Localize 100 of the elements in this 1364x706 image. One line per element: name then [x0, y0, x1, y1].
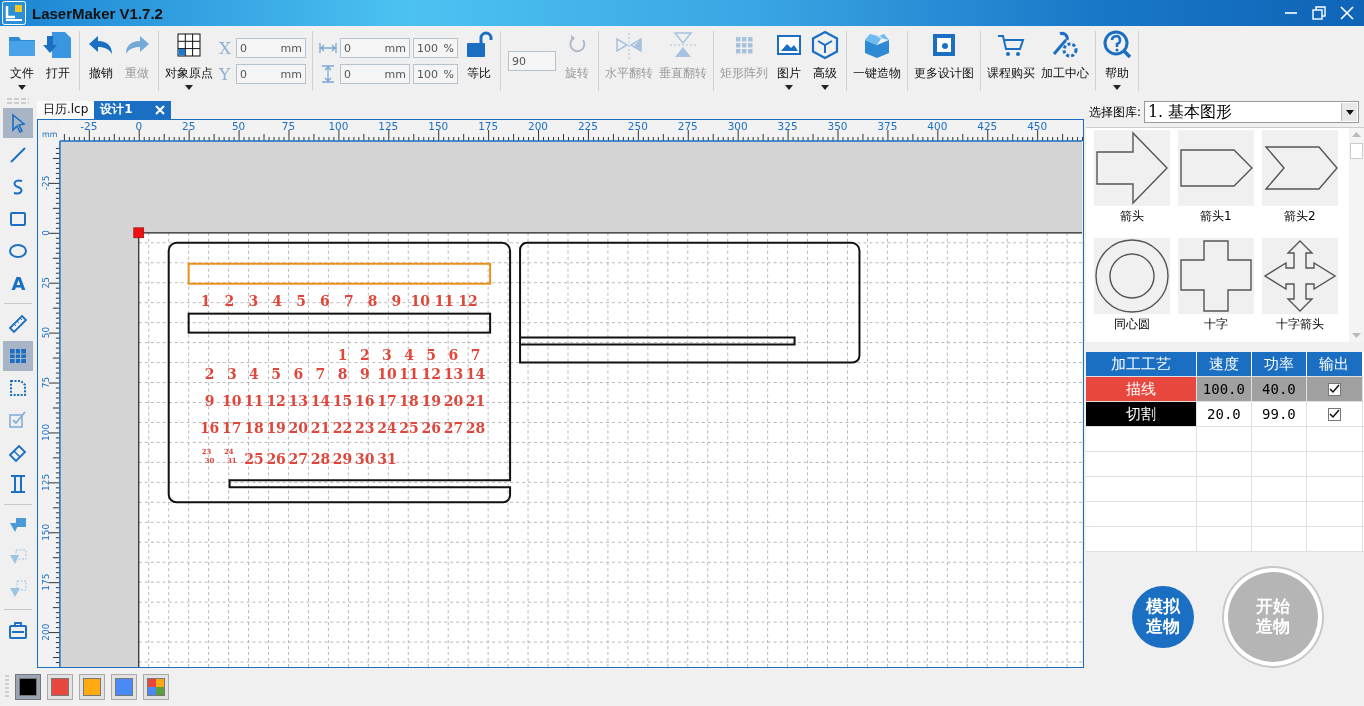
process-row[interactable]: 描线 100.0 40.0 [1085, 377, 1364, 402]
window-title: LaserMaker V1.7.2 [32, 4, 163, 22]
calendar-number: 10 [410, 292, 430, 309]
ruler-label: 175 [40, 573, 51, 591]
close-icon[interactable] [1340, 6, 1354, 20]
toolbar-button[interactable]: 撤销 [83, 28, 119, 94]
toolbar-button[interactable]: 课程购买 [984, 28, 1038, 94]
color-swatch[interactable] [111, 674, 137, 700]
ellipse-icon [8, 241, 29, 261]
simulate-button[interactable]: 模拟造物 [1131, 586, 1194, 648]
toolbar-button[interactable]: 等比 [461, 28, 497, 94]
percent-field[interactable]: 100 % [413, 38, 458, 58]
position-field[interactable]: 0 mm [236, 64, 306, 84]
column-header: 加工工艺 [1085, 352, 1197, 376]
design-page[interactable] [138, 232, 1082, 667]
calendar-number: 18 [399, 393, 419, 410]
percent-field[interactable]: 100 % [413, 64, 458, 84]
ruler-label: 50 [231, 119, 246, 132]
calendar-number: 7 [315, 365, 326, 382]
angle-field[interactable]: 90 [508, 51, 556, 71]
calendar-number: 4 [272, 292, 282, 309]
ruler-label: 100 [328, 119, 349, 132]
column-header: 功率 [1251, 352, 1307, 376]
power-cell: 40.0 [1251, 377, 1307, 401]
calendar-number: 7 [343, 292, 354, 309]
toolbar-button[interactable]: 更多设计图 [911, 28, 977, 94]
calendar-number: 31 [377, 451, 397, 468]
calendar-number: 17 [221, 420, 242, 437]
document-tab[interactable]: 设计1 [94, 101, 171, 119]
toolbar-button[interactable]: 对象原点 [162, 28, 216, 94]
close-icon[interactable] [154, 105, 165, 115]
grip-icon[interactable] [7, 98, 30, 104]
calendar-number: 28 [465, 420, 486, 437]
size-field[interactable]: 0 mm [340, 38, 410, 58]
ruler-label: 75 [281, 119, 296, 132]
calendar-number: 6 [448, 346, 459, 363]
calendar-number: 2 [224, 292, 235, 309]
document-tab[interactable]: 日历.lcp [36, 101, 95, 119]
calendar-number: 13 [443, 365, 463, 382]
color-swatch[interactable] [143, 674, 169, 700]
ruler-label: 0 [135, 119, 142, 132]
calendar-number: 1 [200, 292, 211, 309]
toolbar-button[interactable]: 帮助 [1099, 28, 1135, 94]
axis-label: Y [219, 64, 232, 84]
color-swatch[interactable] [79, 674, 105, 700]
toolbar-button[interactable]: 图片 [771, 28, 807, 94]
grid-icon [174, 30, 204, 60]
ruler-label: 150 [428, 119, 449, 132]
ruler-icon [8, 314, 29, 334]
ruler-label: -25 [40, 175, 51, 191]
ruler-unit-label: mm [41, 129, 58, 139]
scrollbar-thumb[interactable] [1350, 143, 1363, 159]
toolbar-button[interactable]: 加工中心 [1038, 28, 1092, 94]
select-tool[interactable] [3, 108, 34, 138]
shape-item[interactable]: 箭头1 [1177, 130, 1254, 236]
calendar-number: 16 [199, 420, 220, 437]
size-field[interactable]: 0 mm [340, 64, 410, 84]
color-swatch[interactable] [47, 674, 73, 700]
position-field[interactable]: 0 mm [236, 38, 306, 58]
caret-icon [1345, 109, 1354, 115]
shape-item[interactable]: 十字箭头 [1261, 238, 1338, 344]
library-label: 选择图库: [1088, 103, 1141, 121]
rectangle-icon [8, 209, 29, 229]
shape-item[interactable]: 十字 [1177, 238, 1254, 344]
toolbar-button[interactable]: 高级 [807, 28, 843, 94]
grid-tool[interactable] [3, 341, 34, 371]
toolbar-button[interactable]: 文件 [4, 28, 40, 94]
speed-cell: 20.0 [1196, 402, 1252, 426]
tag-shape-icon [1177, 130, 1254, 206]
ruler-label: 325 [777, 119, 798, 132]
process-row[interactable]: 切割 20.0 99.0 [1085, 402, 1364, 427]
calendar-number: 25 [399, 420, 419, 437]
color-swatch[interactable] [15, 674, 41, 700]
toolbox-icon [8, 620, 29, 640]
output-checkbox[interactable] [1327, 382, 1341, 396]
flip-horizontal-icon [614, 30, 644, 60]
toolbar-button[interactable]: 一键造物 [850, 28, 904, 94]
calendar-number: 28 [310, 451, 331, 468]
selected-slot-outline[interactable] [187, 262, 491, 285]
text-tool[interactable]: A [3, 268, 34, 298]
restore-icon[interactable] [1312, 6, 1326, 20]
ruler-label: 200 [527, 119, 548, 132]
output-checkbox[interactable] [1327, 407, 1341, 421]
origin-handle[interactable] [133, 227, 144, 239]
scrollbar[interactable] [1349, 128, 1364, 342]
calendar-number: 5 [296, 292, 306, 309]
toolbar-button[interactable]: 打开 [40, 28, 76, 94]
grip-icon[interactable] [5, 675, 9, 699]
ruler-label: 25 [40, 276, 51, 289]
shape-item[interactable]: 箭头2 [1261, 130, 1338, 236]
ruler-label: 125 [378, 119, 399, 132]
calendar-number: 9 [204, 393, 215, 410]
shape-item[interactable]: 箭头 [1093, 130, 1170, 236]
line-icon [8, 145, 29, 165]
shape-item[interactable]: 同心圆 [1093, 238, 1170, 344]
calendar-number: 14 [310, 393, 331, 410]
calendar-number: 7 [470, 346, 481, 363]
cube-icon [810, 30, 840, 60]
calendar-number: 20 [288, 420, 308, 437]
library-dropdown[interactable]: 1. 基本图形 [1143, 101, 1359, 123]
